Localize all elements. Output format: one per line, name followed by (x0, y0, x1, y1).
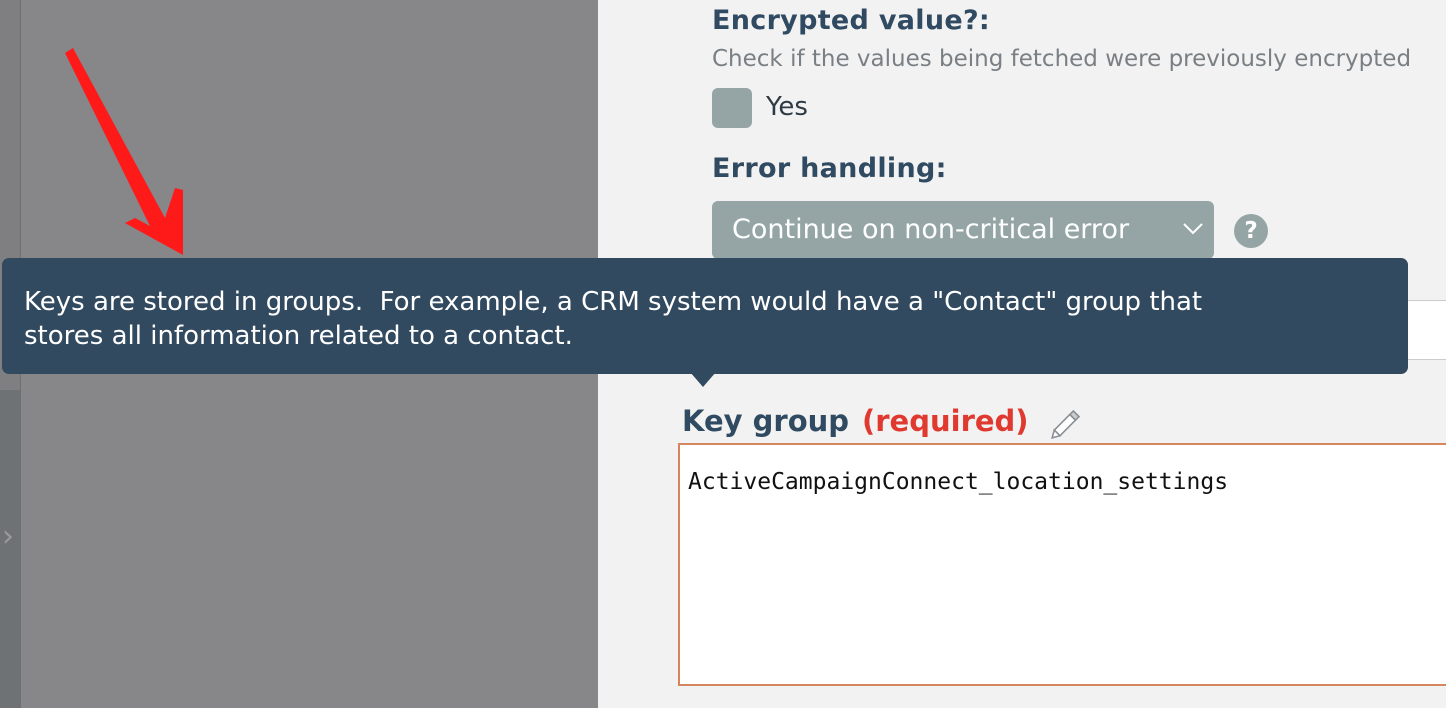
encrypted-help-text: Check if the values being fetched were p… (712, 46, 1412, 72)
checkbox-label-yes[interactable]: Yes (766, 92, 808, 122)
pencil-icon[interactable] (1050, 406, 1084, 440)
chevron-down-icon (1183, 223, 1203, 235)
required-indicator: (required) (862, 404, 1029, 438)
tooltip-line-1: Keys are stored in groups. For example, … (24, 287, 1203, 317)
encrypted-value-label: Encrypted value?: (712, 5, 991, 36)
key-group-label: Key group (682, 404, 850, 438)
chevron-right-icon[interactable]: › (2, 522, 20, 552)
red-arrow-icon (65, 48, 183, 255)
error-handling-selected-value: Continue on non-critical error (732, 214, 1130, 245)
encrypted-checkbox[interactable] (712, 88, 752, 128)
key-group-value: ActiveCampaignConnect_location_settings (688, 469, 1229, 495)
key-group-tooltip: Keys are stored in groups. For example, … (2, 258, 1408, 387)
error-handling-label: Error handling: (712, 153, 947, 184)
tooltip-pointer (690, 372, 716, 387)
question-circle-icon[interactable]: ? (1234, 214, 1268, 248)
tooltip-line-2: stores all information related to a cont… (24, 321, 573, 351)
error-handling-select[interactable]: Continue on non-critical error (712, 201, 1214, 259)
key-group-textarea[interactable]: ActiveCampaignConnect_location_settings (678, 443, 1446, 686)
